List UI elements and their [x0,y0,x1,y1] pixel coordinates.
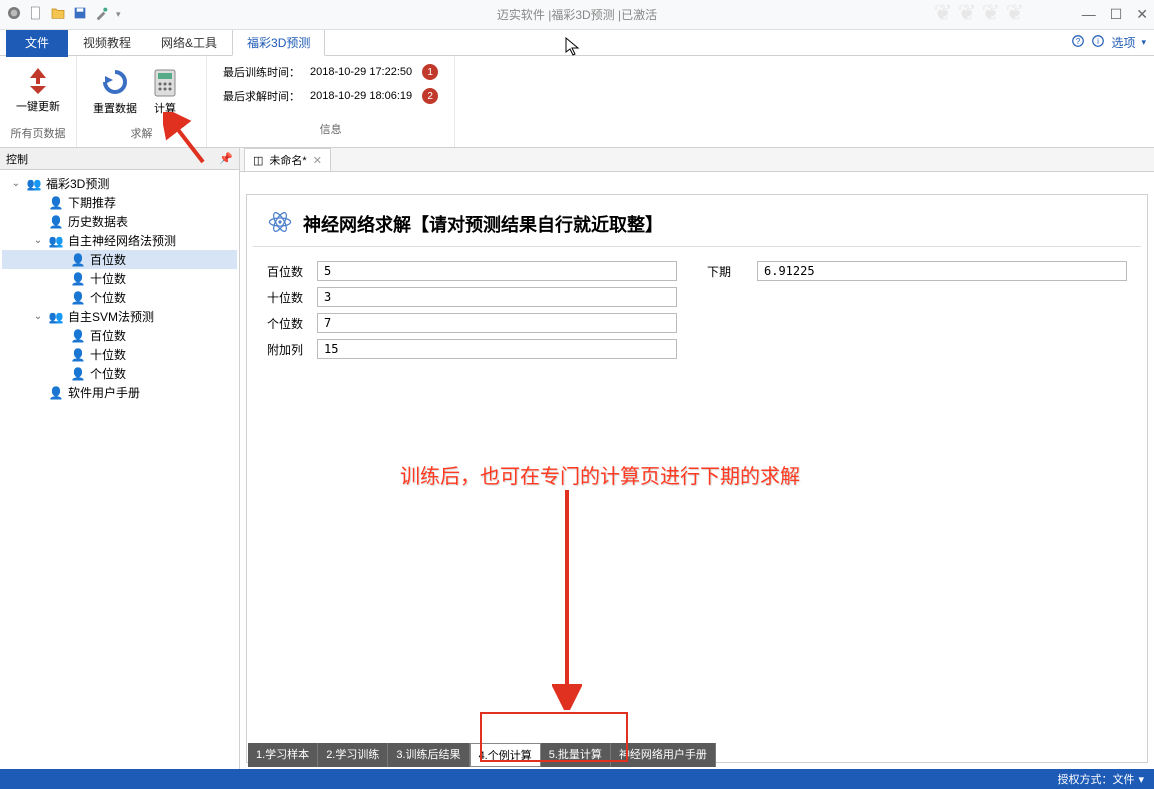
person-icon: 👤 [48,385,64,401]
fu-input[interactable] [317,339,677,359]
doc-icon: ◫ [253,154,263,167]
calculate-button[interactable]: 计算 [143,62,187,120]
tree-svm-bai[interactable]: ›👤百位数 [2,326,237,345]
svg-text:?: ? [1076,37,1081,46]
annotation-text: 训练后，也可在专门的计算页进行下期的求解 [400,460,800,489]
tab-prediction[interactable]: 福彩3D预测 [232,29,325,56]
help-icon[interactable]: ? [1071,34,1085,51]
ribbon-tab-bar: 文件 视频教程 网络&工具 福彩3D预测 ? i 选项 ▾ [0,30,1154,56]
document-area: ◫ 未命名* ✕ 神经网络求解【请对预测结果自行就近取整】 百位数 十位数 个位… [240,148,1154,769]
new-icon[interactable] [28,5,44,24]
document-tabs: ◫ 未命名* ✕ [240,148,1154,172]
person-icon: 👤 [70,252,86,268]
tree-nn[interactable]: ⌄👥自主神经网络法预测 [2,231,237,250]
badge-1: 1 [422,64,438,80]
sidebar-title: 控制 [6,151,28,167]
next-input[interactable] [757,261,1127,281]
tree-history[interactable]: ›👤历史数据表 [2,212,237,231]
tree-svm-shi[interactable]: ›👤十位数 [2,345,237,364]
tab-video[interactable]: 视频教程 [68,29,146,56]
bottom-tab-bar: 1.学习样本 2.学习训练 3.训练后结果 4.个例计算 5.批量计算 神经网络… [248,743,716,767]
tab-network[interactable]: 网络&工具 [146,29,232,56]
status-dropdown-icon[interactable]: ▾ [1138,773,1144,786]
shi-input[interactable] [317,287,677,307]
person-icon: 👤 [70,328,86,344]
shi-label: 十位数 [267,289,317,306]
fu-label: 附加列 [267,341,317,358]
sidebar-header: 控制 📌 [0,148,239,170]
ribbon-panel: 一键更新 所有页数据 重置数据 计算 求解 最后训练时间： 2018-10-29… [0,56,1154,148]
person-icon: 👤 [48,195,64,211]
group-icon: 👥 [48,233,64,249]
group-label-data: 所有页数据 [11,125,66,143]
tree-svm-ge[interactable]: ›👤个位数 [2,364,237,383]
person-icon: 👤 [70,366,86,382]
save-icon[interactable] [72,5,88,24]
next-label: 下期 [707,263,757,280]
person-icon: 👤 [48,214,64,230]
btab-samples[interactable]: 1.学习样本 [248,743,318,767]
person-icon: 👤 [70,290,86,306]
btab-single[interactable]: 4.个例计算 [470,743,541,767]
btab-result[interactable]: 3.训练后结果 [388,743,469,767]
person-icon: 👤 [70,271,86,287]
refresh-all-label: 一键更新 [16,98,60,114]
svg-text:i: i [1098,37,1100,46]
tab-file[interactable]: 文件 [6,28,68,57]
btab-batch[interactable]: 5.批量计算 [541,743,611,767]
options-link[interactable]: 选项 [1111,34,1135,51]
auth-mode: 授权方式：文件 [1057,771,1134,787]
tree-manual[interactable]: ›👤软件用户手册 [2,383,237,402]
document-tab-title: 未命名* [269,152,306,168]
tree-nn-bai[interactable]: ›👤百位数 [2,250,237,269]
refresh-all-button[interactable]: 一键更新 [10,60,66,118]
badge-2: 2 [422,88,438,104]
person-icon: 👤 [70,347,86,363]
options-dropdown-icon[interactable]: ▾ [1141,37,1146,48]
window-title: 迈实软件 |福彩3D预测 |已激活 [497,6,657,23]
group-label-solve: 求解 [87,125,196,143]
group-icon: 👥 [48,309,64,325]
bai-label: 百位数 [267,263,317,280]
btab-manual[interactable]: 神经网络用户手册 [611,743,716,767]
page-title: 神经网络求解【请对预测结果自行就近取整】 [303,211,663,237]
title-bar: ▾ 迈实软件 |福彩3D预测 |已激活 ❦ ❦ ❦ ❦ — ☐ ✕ [0,0,1154,30]
tree-svm[interactable]: ⌄👥自主SVM法预测 [2,307,237,326]
bai-input[interactable] [317,261,677,281]
solve-time-value: 2018-10-29 18:06:19 [310,90,412,102]
sidebar-pin-icon[interactable]: 📌 [219,152,233,165]
close-button[interactable]: ✕ [1136,6,1148,23]
atom-icon [267,209,293,238]
open-icon[interactable] [50,5,66,24]
app-icon [6,5,22,24]
qat-dropdown-icon[interactable]: ▾ [116,9,121,20]
tree-nn-ge[interactable]: ›👤个位数 [2,288,237,307]
ge-label: 个位数 [267,315,317,332]
tree-nn-shi[interactable]: ›👤十位数 [2,269,237,288]
close-tab-icon[interactable]: ✕ [313,154,322,167]
tree-next[interactable]: ›👤下期推荐 [2,193,237,212]
decorative-swirl: ❦ ❦ ❦ ❦ [934,0,1024,26]
train-time-value: 2018-10-29 17:22:50 [310,66,412,78]
btab-train[interactable]: 2.学习训练 [318,743,388,767]
nav-tree: ⌄👥福彩3D预测 ›👤下期推荐 ›👤历史数据表 ⌄👥自主神经网络法预测 ›👤百位… [0,170,239,406]
calculate-label: 计算 [154,100,176,116]
group-label-info: 信息 [320,121,342,139]
info-icon[interactable]: i [1091,34,1105,51]
tools-icon[interactable] [94,5,110,24]
status-bar: 授权方式：文件 ▾ [0,769,1154,789]
sidebar-panel: 控制 📌 ⌄👥福彩3D预测 ›👤下期推荐 ›👤历史数据表 ⌄👥自主神经网络法预测… [0,148,240,769]
group-icon: 👥 [26,176,42,192]
minimize-button[interactable]: — [1082,6,1096,23]
document-tab[interactable]: ◫ 未命名* ✕ [244,148,331,171]
maximize-button[interactable]: ☐ [1110,6,1123,23]
ge-input[interactable] [317,313,677,333]
solve-time-label: 最后求解时间： [223,88,300,104]
train-time-label: 最后训练时间： [223,64,300,80]
tree-root[interactable]: ⌄👥福彩3D预测 [2,174,237,193]
reset-data-button[interactable]: 重置数据 [87,62,143,120]
reset-data-label: 重置数据 [93,100,137,116]
